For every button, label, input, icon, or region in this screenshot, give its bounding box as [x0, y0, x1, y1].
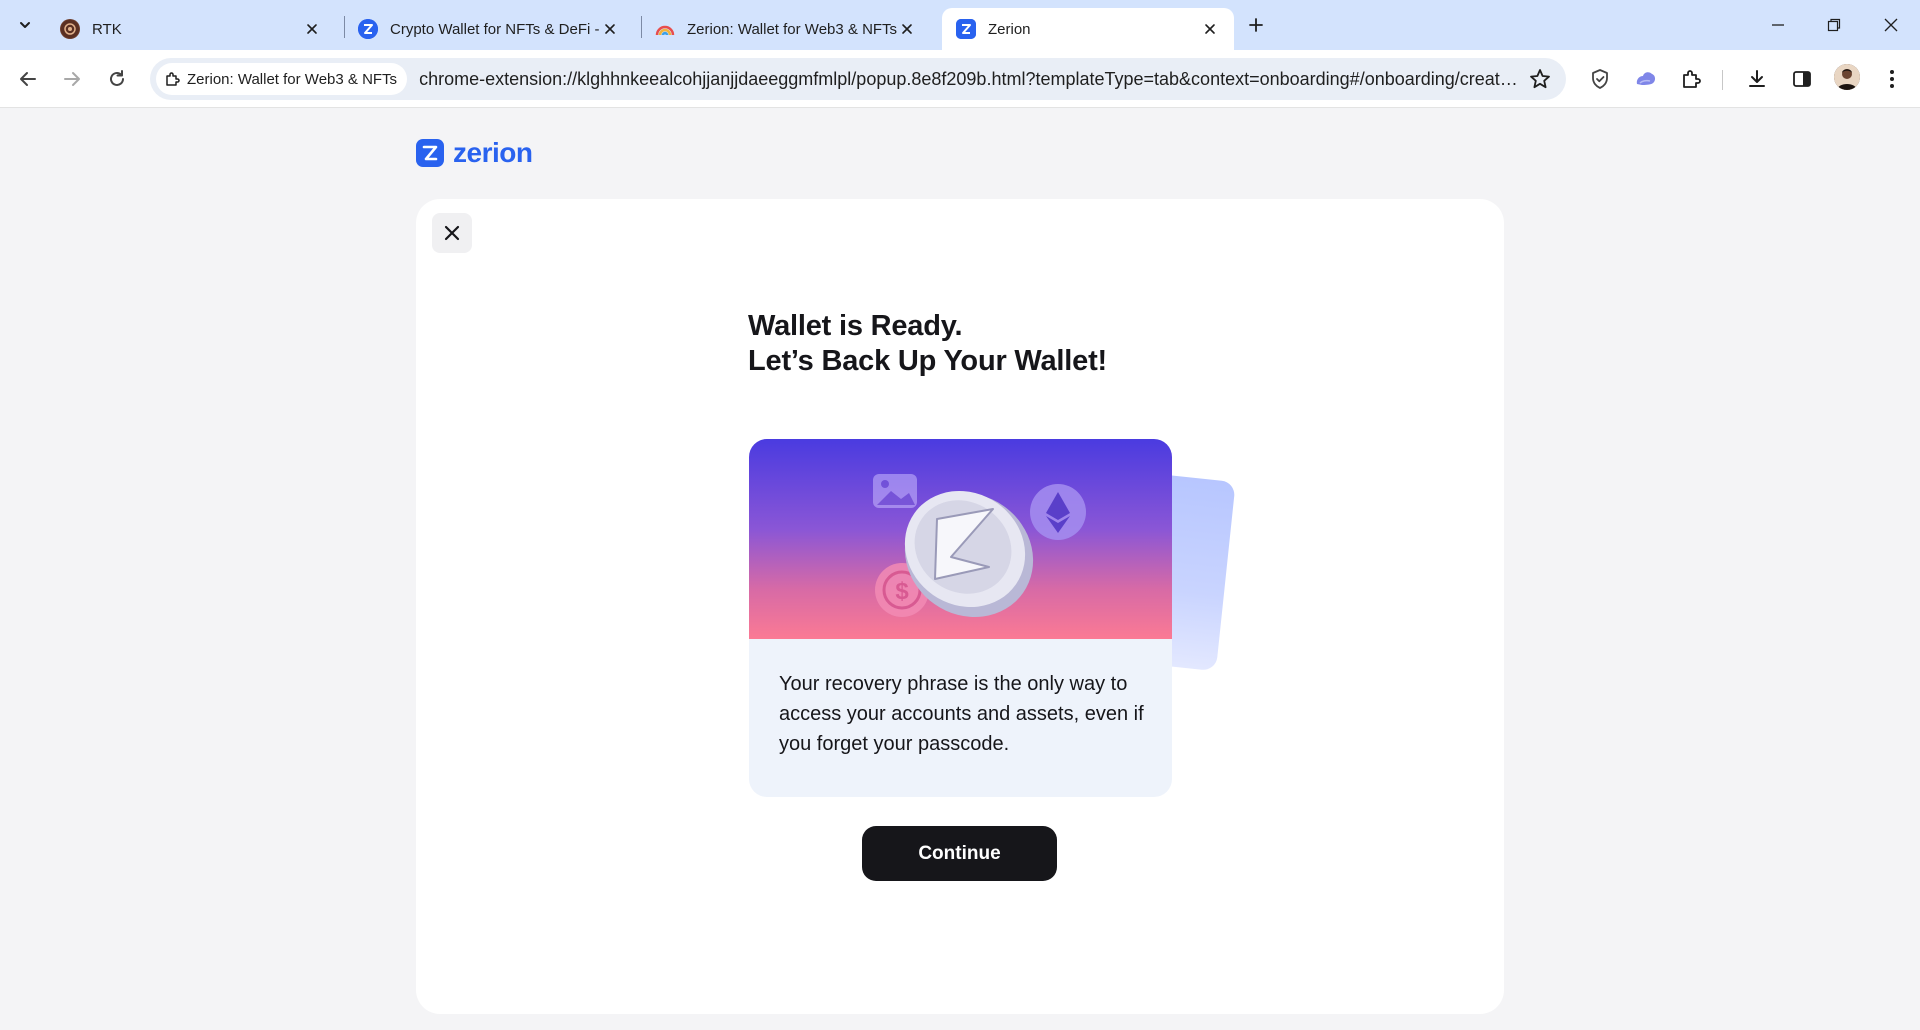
- close-icon: [1884, 18, 1898, 32]
- zerion-logo: zerion: [416, 137, 533, 169]
- restore-icon: [1827, 18, 1841, 32]
- puzzle-icon: [1683, 70, 1701, 88]
- reload-icon: [110, 70, 124, 86]
- download-icon: [1749, 70, 1765, 87]
- close-icon: [902, 24, 912, 34]
- cloud-extension-icon: [1636, 72, 1656, 85]
- wallet-extension-button[interactable]: [1631, 64, 1661, 94]
- close-button[interactable]: [432, 213, 472, 253]
- tab-title: Crypto Wallet for NFTs & DeFi -: [390, 20, 600, 38]
- close-icon: [444, 225, 460, 241]
- tab-close-button[interactable]: [1200, 19, 1220, 39]
- downloads-button[interactable]: [1742, 64, 1772, 94]
- minimize-icon: [1772, 24, 1784, 26]
- backup-info-card: $ Your recovery phrase is the only way t…: [749, 439, 1172, 797]
- side-panel-icon: [1793, 71, 1811, 87]
- close-icon: [307, 24, 317, 34]
- svg-text:$: $: [895, 578, 909, 605]
- page-title: Wallet is Ready. Let’s Back Up Your Wall…: [748, 309, 1107, 379]
- tab-search-button[interactable]: [10, 10, 40, 40]
- zerion-icon: [358, 19, 378, 39]
- site-info-chip[interactable]: Zerion: Wallet for Web3 & NFTs: [156, 63, 408, 95]
- tab-strip: RTK Crypto Wallet for NFTs & DeFi - Zeri…: [0, 0, 1920, 50]
- toolbar-separator: [1722, 70, 1723, 90]
- continue-button[interactable]: Continue: [862, 826, 1057, 881]
- page-title-line-2: Let’s Back Up Your Wallet!: [748, 345, 1107, 377]
- tab-title: RTK: [92, 20, 122, 38]
- arrow-left-icon: [20, 72, 36, 86]
- shield-icon: [1592, 69, 1608, 89]
- page-content: zerion Wallet is Ready. Let’s Back Up Yo…: [0, 109, 1920, 1030]
- arrow-right-icon: [64, 72, 80, 86]
- recovery-phrase-description: Your recovery phrase is the only way to …: [779, 673, 1144, 755]
- tab-close-button[interactable]: [600, 19, 620, 39]
- rainbow-icon: [655, 19, 675, 39]
- tab-zerion-web3[interactable]: Zerion: Wallet for Web3 & NFTs: [641, 8, 931, 50]
- browser-menu-button[interactable]: [1877, 64, 1907, 94]
- zerion-logo-text: zerion: [453, 137, 533, 168]
- onboarding-card: Wallet is Ready. Let’s Back Up Your Wall…: [416, 199, 1504, 1014]
- close-window-button[interactable]: [1873, 10, 1909, 40]
- profile-avatar[interactable]: [1834, 64, 1860, 90]
- url-text[interactable]: chrome-extension://klghhnkeealcohjjanjjd…: [419, 69, 1519, 90]
- extensions-button[interactable]: [1676, 64, 1706, 94]
- browser-toolbar: Zerion: Wallet for Web3 & NFTs chrome-ex…: [0, 50, 1920, 108]
- tab-title: Zerion: Wallet for Web3 & NFTs: [687, 20, 897, 38]
- back-button[interactable]: [12, 63, 44, 95]
- new-tab-button[interactable]: [1242, 11, 1270, 39]
- rtk-icon: [60, 19, 80, 39]
- plus-icon: [1249, 18, 1263, 32]
- restore-button[interactable]: [1816, 10, 1852, 40]
- star-icon: [1530, 69, 1550, 89]
- forward-button[interactable]: [56, 63, 88, 95]
- ethereum-icon: [1030, 484, 1086, 540]
- wallet-illustration: $: [749, 439, 1172, 639]
- page-title-line-1: Wallet is Ready.: [748, 310, 963, 342]
- address-bar[interactable]: Zerion: Wallet for Web3 & NFTs chrome-ex…: [150, 58, 1566, 100]
- extension-icon: [166, 72, 180, 86]
- close-icon: [1205, 24, 1215, 34]
- minimize-button[interactable]: [1760, 10, 1796, 40]
- close-icon: [605, 24, 615, 34]
- image-icon: [873, 474, 917, 508]
- bookmark-button[interactable]: [1528, 67, 1552, 91]
- shield-extension-button[interactable]: [1585, 64, 1615, 94]
- site-chip-label: Zerion: Wallet for Web3 & NFTs: [187, 70, 398, 88]
- chevron-down-icon: [20, 22, 30, 28]
- zerion-logo-icon: [416, 139, 444, 167]
- reload-button[interactable]: [101, 63, 133, 95]
- tab-zerion-active[interactable]: Zerion: [942, 8, 1234, 50]
- tab-rtk[interactable]: RTK: [46, 8, 336, 50]
- tab-close-button[interactable]: [897, 19, 917, 39]
- tab-title: Zerion: [988, 20, 1031, 38]
- zerion-icon: [956, 19, 976, 39]
- side-panel-button[interactable]: [1787, 64, 1817, 94]
- more-vertical-icon: [1890, 70, 1894, 88]
- tab-crypto-wallet[interactable]: Crypto Wallet for NFTs & DeFi -: [344, 8, 634, 50]
- tab-close-button[interactable]: [302, 19, 322, 39]
